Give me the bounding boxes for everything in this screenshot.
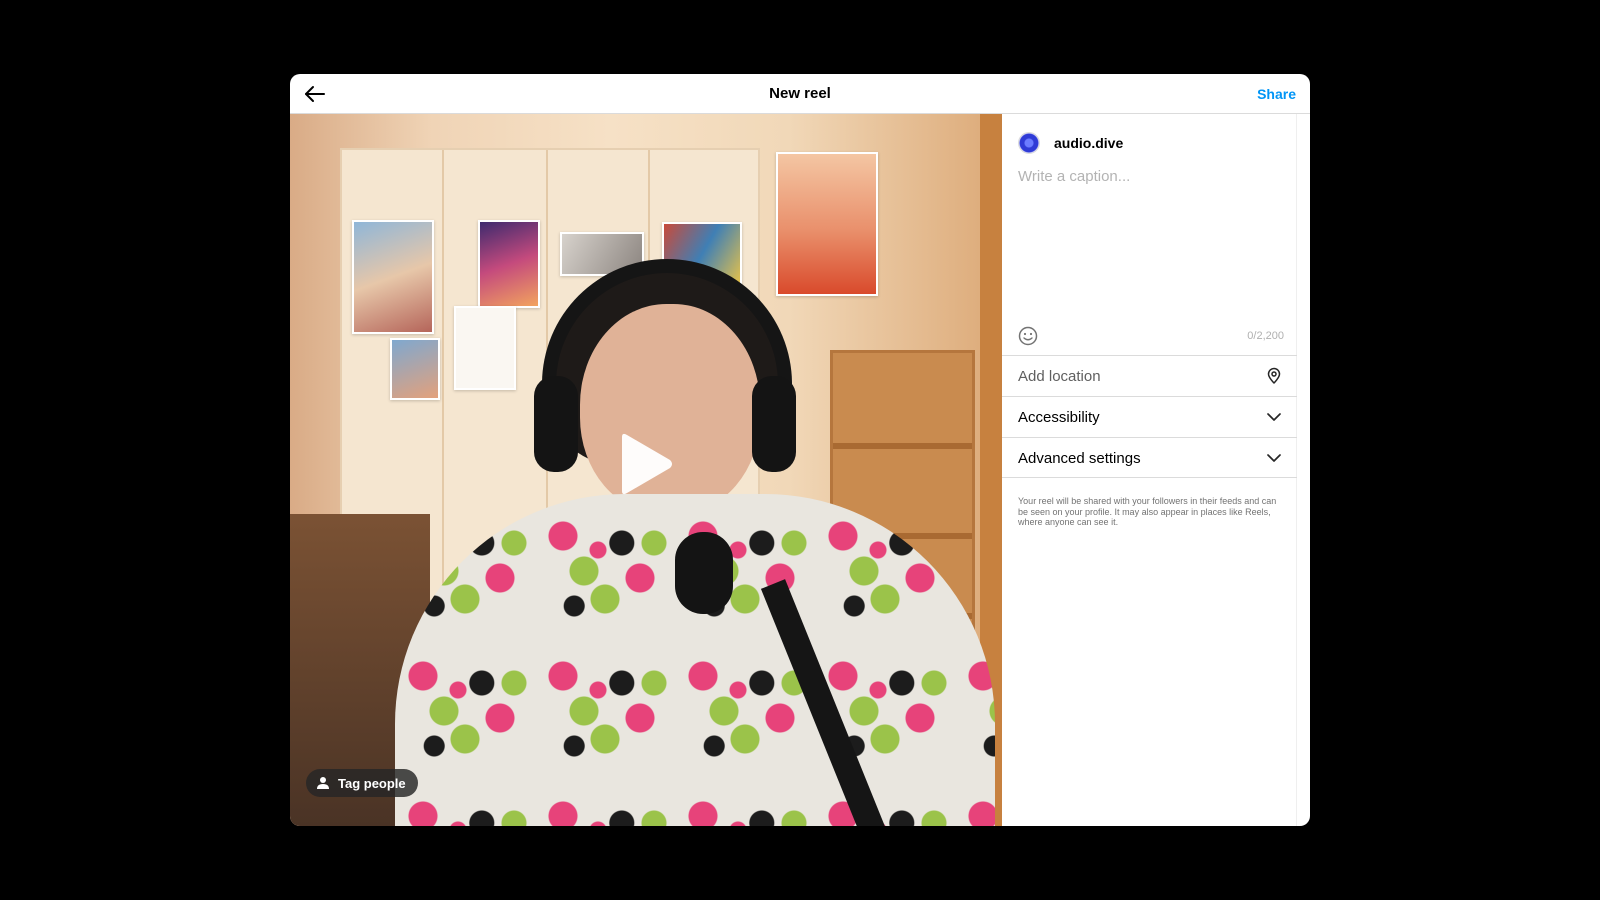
dialog-title: New reel [769, 85, 831, 102]
map-pin-icon [1267, 367, 1281, 384]
add-location-row[interactable]: Add location [1002, 355, 1297, 396]
microphone [675, 532, 733, 614]
poster [454, 306, 516, 390]
poster [478, 220, 540, 308]
tag-people-button[interactable]: Tag people [306, 769, 418, 797]
new-reel-dialog: New reel Share Tag people audio.dive Wri… [290, 74, 1310, 826]
avatar [1018, 132, 1040, 154]
video-preview[interactable]: Tag people [290, 114, 1002, 826]
smiley-icon [1018, 326, 1038, 346]
chevron-down-icon [1267, 454, 1281, 462]
accessibility-row[interactable]: Accessibility [1002, 396, 1297, 437]
accessibility-label: Accessibility [1018, 409, 1100, 426]
advanced-settings-row[interactable]: Advanced settings [1002, 437, 1297, 478]
headphone-earcup [534, 376, 578, 472]
poster [390, 338, 440, 400]
username: audio.dive [1054, 135, 1124, 151]
details-panel: audio.dive 0/2,200 Add location Accessib… [1002, 114, 1297, 826]
add-location-label: Add location [1018, 368, 1101, 385]
caption-char-count: 0/2,200 [1247, 330, 1284, 342]
sharing-notice: Your reel will be shared with your follo… [1018, 496, 1277, 527]
tag-people-label: Tag people [338, 775, 406, 791]
person-icon [317, 777, 329, 789]
chevron-down-icon [1267, 413, 1281, 421]
share-button[interactable]: Share [1257, 86, 1296, 102]
advanced-settings-label: Advanced settings [1018, 450, 1141, 467]
account-row: audio.dive [1018, 132, 1123, 154]
dialog-header: New reel Share [290, 74, 1310, 114]
play-icon [622, 433, 672, 495]
headphone-earcup [752, 376, 796, 472]
poster [352, 220, 434, 334]
poster [776, 152, 878, 296]
play-button[interactable] [616, 432, 676, 496]
emoji-button[interactable] [1018, 326, 1038, 346]
caption-input[interactable] [1016, 166, 1288, 320]
